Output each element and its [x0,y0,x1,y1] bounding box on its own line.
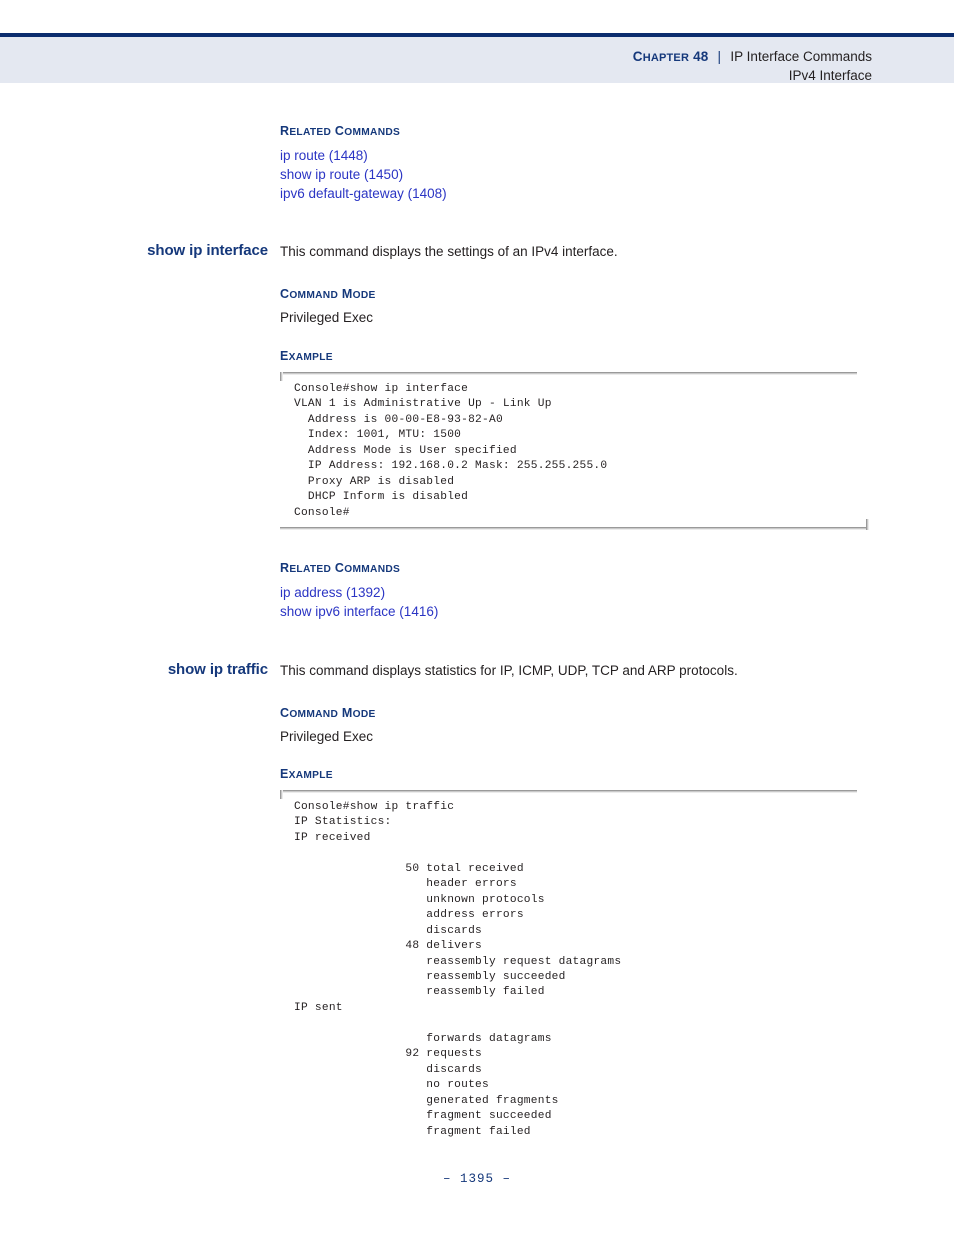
command-heading-show-ip-interface: show ip interface [147,242,268,259]
show-ip-interface-description-wrap: This command displays the settings of an… [280,242,920,261]
command-mode-heading-1: COMMAND MODE [280,287,376,301]
show-ip-traffic-command-mode-body: COMMAND MODE Privileged Exec [280,706,920,746]
console-bottom-right-tick-1 [866,519,869,530]
console-output-show-ip-interface: Console#show ip interface VLAN 1 is Admi… [294,383,608,519]
command-mode-value-1: Privileged Exec [280,310,374,325]
related-link-show-ip-route[interactable]: show ip route (1450) [280,165,920,184]
related-commands-heading-interface: RELATED COMMANDS [280,561,401,575]
show-ip-traffic-description: This command displays statistics for IP,… [280,663,738,678]
header-subtitle: IPv4 Interface [788,68,872,83]
example-heading-2: EXAMPLE [280,767,333,781]
page-number: – 1395 – [442,1172,511,1186]
related-link-ipv6-default-gateway[interactable]: ipv6 default-gateway (1408) [280,184,920,203]
console-top-left-tick-1 [280,372,283,381]
console-top-rule-2 [280,790,857,793]
header-separator: | [717,49,721,64]
example-heading-1-wrap: EXAMPLE [280,349,920,363]
header-line-subtitle: IPv4 Interface [789,67,872,85]
related-commands-interface-body: RELATED COMMANDS ip address (1392) show … [280,561,920,621]
related-commands-heading-top: RELATED COMMANDS [280,124,401,138]
show-ip-interface-command-mode-body: COMMAND MODE Privileged Exec [280,287,920,327]
command-mode-heading-2: COMMAND MODE [280,706,376,720]
related-link-ip-address[interactable]: ip address (1392) [280,583,920,602]
related-link-ip-route[interactable]: ip route (1448) [280,146,920,165]
page-footer: – 1395 – [0,1172,954,1186]
console-output-show-ip-traffic: Console#show ip traffic IP Statistics: I… [294,801,622,1138]
example-heading-2-wrap: EXAMPLE [280,767,920,781]
example-heading-1: EXAMPLE [280,349,333,363]
console-top-left-tick-2 [280,790,283,799]
related-link-show-ipv6-interface[interactable]: show ipv6 interface (1416) [280,602,920,621]
header-line-chapter: CHAPTER 48 | IP Interface Commands [633,48,872,66]
show-ip-interface-description: This command displays the settings of an… [280,244,618,259]
page-running-header: CHAPTER 48 | IP Interface Commands IPv4 … [0,33,954,83]
command-mode-value-2: Privileged Exec [280,729,374,744]
console-bottom-rule-1 [280,527,869,530]
console-top-rule-1 [280,372,857,375]
command-heading-show-ip-traffic: show ip traffic [167,661,268,678]
show-ip-traffic-description-wrap: This command displays statistics for IP,… [280,661,940,680]
header-chapter-title: IP Interface Commands [730,49,872,64]
header-chapter-label: CHAPTER 48 [632,49,709,64]
related-commands-top-body: RELATED COMMANDS ip route (1448) show ip… [280,124,920,203]
